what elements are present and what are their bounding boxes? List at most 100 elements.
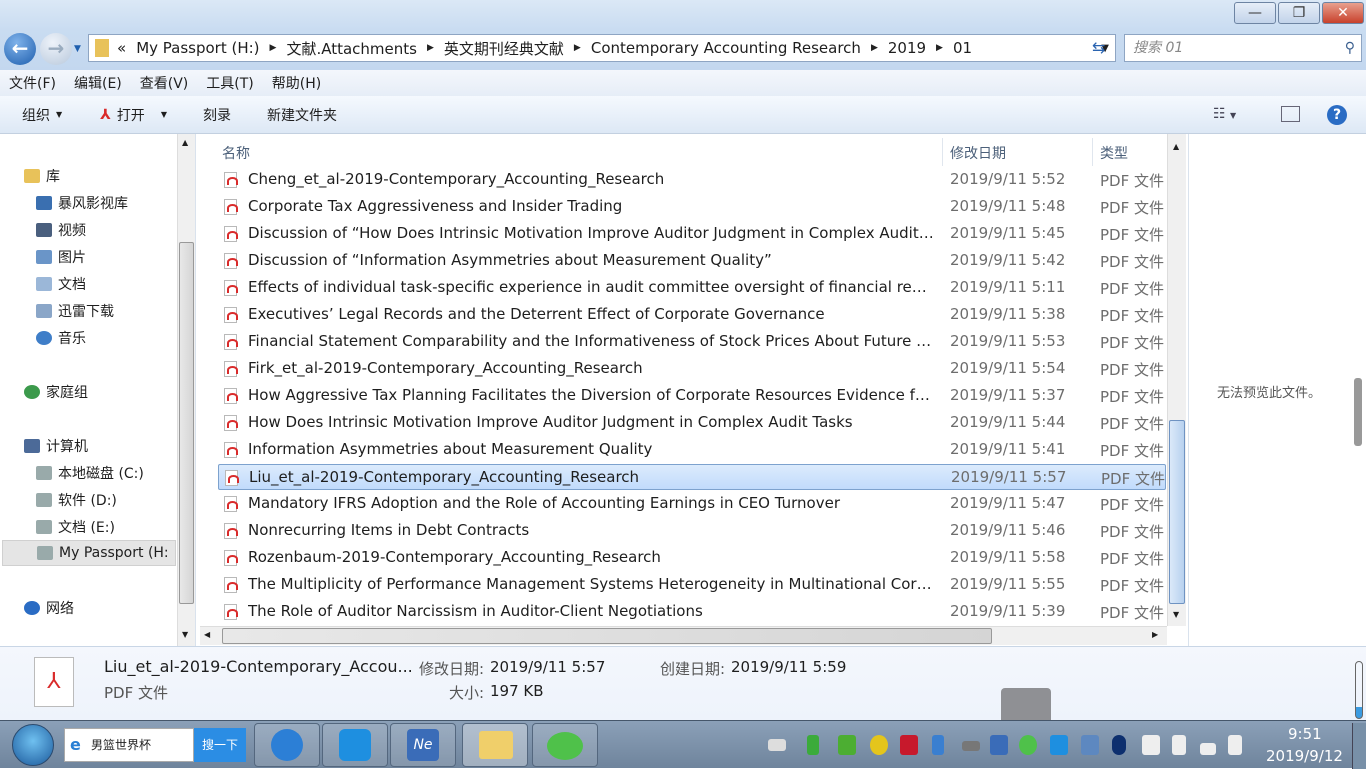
scroll-down-icon[interactable]: ▼	[182, 630, 188, 639]
tray-app-icon[interactable]	[870, 735, 888, 755]
scroll-down-icon[interactable]: ▼	[1173, 610, 1179, 619]
clock-time[interactable]: 9:51	[1288, 725, 1322, 743]
address-bar[interactable]: « My Passport (H:) ▶ 文献.Attachments ▶ 英文期刊…	[88, 34, 1116, 62]
forward-button[interactable]: →	[40, 33, 72, 65]
file-row[interactable]: Mandatory IFRS Adoption and the Role of …	[218, 491, 1166, 517]
scroll-up-icon[interactable]: ▲	[1173, 142, 1179, 151]
breadcrumb-item[interactable]: Contemporary Accounting Research	[591, 39, 861, 57]
taskbar-search-button[interactable]: 搜一下	[194, 728, 246, 762]
chevron-right-icon[interactable]: ▶	[427, 43, 434, 53]
view-options-icon[interactable]: ☷ ▼	[1213, 106, 1236, 122]
new-folder-button[interactable]: 新建文件夹	[267, 105, 337, 125]
file-row[interactable]: Discussion of “How Does Intrinsic Motiva…	[218, 221, 1166, 247]
nav-drive[interactable]: 软件 (D:)	[36, 490, 117, 510]
nav-scrollbar[interactable]: ▲ ▼	[177, 134, 195, 646]
file-row[interactable]: Effects of individual task-specific expe…	[218, 275, 1166, 301]
scroll-up-icon[interactable]: ▲	[182, 138, 188, 147]
nav-lib-item[interactable]: 文档	[36, 274, 86, 294]
taskbar-noteexpress[interactable]: Ne	[390, 723, 456, 767]
burn-button[interactable]: 刻录	[203, 105, 231, 125]
breadcrumb-item[interactable]: 2019	[888, 39, 926, 57]
taskbar-sogou[interactable]	[254, 723, 320, 767]
file-row[interactable]: Liu_et_al-2019-Contemporary_Accounting_R…	[218, 464, 1166, 490]
file-row[interactable]: Nonrecurring Items in Debt Contracts 2019…	[218, 518, 1166, 544]
menu-file[interactable]: 文件(F)	[0, 73, 65, 93]
menu-edit[interactable]: 编辑(E)	[65, 73, 131, 93]
usb-icon[interactable]	[807, 735, 819, 755]
file-row[interactable]: Rozenbaum-2019-Contemporary_Accounting_R…	[218, 545, 1166, 571]
breadcrumb-item[interactable]: 英文期刊经典文献	[444, 38, 564, 59]
wechat-tray-icon[interactable]	[1019, 735, 1037, 755]
scroll-left-icon[interactable]: ◀	[204, 630, 210, 639]
file-row[interactable]: Corporate Tax Aggressiveness and Insider…	[218, 194, 1166, 220]
chevron-right-icon[interactable]: ▶	[270, 43, 277, 53]
device-icon[interactable]	[962, 741, 980, 751]
volume-icon[interactable]	[1228, 735, 1242, 755]
chevron-right-icon[interactable]: ▶	[871, 43, 878, 53]
file-row[interactable]: The Multiplicity of Performance Manageme…	[218, 572, 1166, 598]
nav-homegroup[interactable]: 家庭组	[24, 382, 88, 402]
chevron-right-icon[interactable]: ▶	[936, 43, 943, 53]
preview-pane-icon[interactable]	[1281, 106, 1300, 122]
file-row[interactable]: Financial Statement Comparability and th…	[218, 329, 1166, 355]
scroll-thumb[interactable]	[1169, 420, 1185, 604]
close-button[interactable]: ✕	[1322, 2, 1364, 24]
noteexpress-tray-icon[interactable]	[990, 735, 1008, 755]
maximize-button[interactable]: ❐	[1278, 2, 1320, 24]
breadcrumb-item[interactable]: 01	[953, 39, 972, 57]
minimize-button[interactable]: —	[1234, 2, 1276, 24]
search-icon[interactable]: ⚲	[1345, 35, 1355, 61]
nav-computer[interactable]: 计算机	[24, 436, 88, 456]
breadcrumb-overflow[interactable]: «	[117, 39, 126, 57]
help-icon[interactable]: ?	[1327, 105, 1347, 125]
menu-help[interactable]: 帮助(H)	[263, 73, 330, 93]
refresh-icon[interactable]: ⇆	[1092, 38, 1105, 57]
taskbar-wechat[interactable]	[532, 723, 598, 767]
scroll-right-icon[interactable]: ▶	[1152, 630, 1158, 639]
column-date[interactable]: 修改日期	[950, 143, 1006, 163]
power-icon[interactable]	[1172, 735, 1186, 755]
nav-library[interactable]: 库	[24, 166, 60, 186]
show-desktop-button[interactable]	[1352, 723, 1366, 769]
file-row[interactable]: Discussion of “Information Asymmetries a…	[218, 248, 1166, 274]
shield-icon[interactable]	[1081, 735, 1099, 755]
tray-app-icon[interactable]	[1050, 735, 1068, 755]
file-row[interactable]: Firk_et_al-2019-Contemporary_Accounting_…	[218, 356, 1166, 382]
open-button[interactable]: ⅄ 打开 ▼	[100, 105, 167, 125]
file-row[interactable]: Cheng_et_al-2019-Contemporary_Accounting…	[218, 167, 1166, 193]
taskbar-explorer[interactable]	[462, 723, 528, 767]
action-center-icon[interactable]	[1142, 735, 1160, 755]
security-shield-icon[interactable]	[838, 735, 856, 755]
column-type[interactable]: 类型	[1100, 143, 1128, 163]
scroll-thumb[interactable]	[222, 628, 992, 644]
nav-drive[interactable]: 文档 (E:)	[36, 517, 115, 537]
nav-drive[interactable]: 本地磁盘 (C:)	[36, 463, 144, 483]
scroll-thumb[interactable]	[179, 242, 194, 604]
taskbar-search-input[interactable]: e 男篮世界杯	[64, 728, 194, 762]
menu-tools[interactable]: 工具(T)	[197, 73, 262, 93]
horizontal-scrollbar[interactable]: ◀ ▶	[200, 626, 1167, 645]
breadcrumb-item[interactable]: My Passport (H:)	[136, 39, 259, 57]
column-name[interactable]: 名称	[222, 143, 250, 163]
organize-button[interactable]: 组织 ▼	[22, 105, 62, 125]
file-row[interactable]: How Does Intrinsic Motivation Improve Au…	[218, 410, 1166, 436]
file-row[interactable]: The Role of Auditor Narcissism in Audito…	[218, 599, 1166, 625]
tray-app-icon[interactable]	[900, 735, 918, 755]
nav-lib-item[interactable]: 图片	[36, 247, 86, 267]
file-row[interactable]: How Aggressive Tax Planning Facilitates …	[218, 383, 1166, 409]
back-button[interactable]: ←	[4, 33, 36, 65]
taskbar-app[interactable]	[322, 723, 388, 767]
chevron-right-icon[interactable]: ▶	[574, 43, 581, 53]
breadcrumb-item[interactable]: 文献.Attachments	[286, 38, 417, 59]
nav-lib-item[interactable]: 暴风影视库	[36, 193, 128, 213]
keyboard-icon[interactable]	[768, 739, 786, 751]
nav-network[interactable]: 网络	[24, 598, 74, 618]
nav-lib-item[interactable]: 视频	[36, 220, 86, 240]
usb-popup-icon[interactable]	[1001, 688, 1051, 721]
preview-resize-handle[interactable]	[1354, 378, 1362, 446]
nav-drive-selected[interactable]: My Passport (H:	[2, 540, 176, 566]
bluetooth-icon[interactable]	[1112, 735, 1126, 755]
network-signal-icon[interactable]	[1200, 743, 1216, 755]
nav-lib-item[interactable]: 音乐	[36, 328, 86, 348]
file-list-scrollbar[interactable]: ▲ ▼	[1167, 134, 1186, 626]
